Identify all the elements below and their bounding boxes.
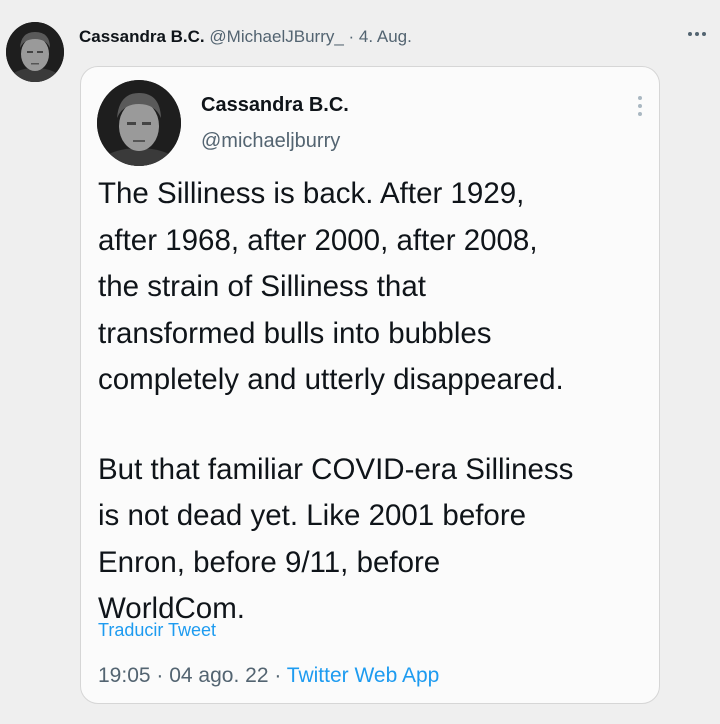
tweet-paragraph: The Silliness is back. After 1929, after… xyxy=(98,171,654,404)
tweet-line: is not dead yet. Like 2001 before xyxy=(98,499,527,532)
tweet-date[interactable]: 4. Aug. xyxy=(359,27,412,46)
user-handle[interactable]: @MichaelJBurry_ xyxy=(209,27,343,46)
quoted-tweet-card[interactable]: Cassandra B.C. @michaeljburry The Sillin… xyxy=(80,66,660,704)
display-name[interactable]: Cassandra B.C. xyxy=(79,27,205,46)
tweet-line: transformed bulls into bubbles xyxy=(98,316,492,350)
tweet-paragraph: But that familiar COVID-era Silliness is… xyxy=(98,447,654,633)
translate-tweet-link[interactable]: Traducir Tweet xyxy=(98,620,216,641)
quoted-avatar[interactable] xyxy=(97,80,181,166)
tweet-line: The Silliness is back. After 1929, xyxy=(98,177,525,210)
more-horizontal-icon xyxy=(688,32,706,36)
tweet-time[interactable]: 19:05 xyxy=(98,664,151,687)
avatar-image xyxy=(97,80,181,166)
tweet-line: after 1968, after 2000, after 2008, xyxy=(98,223,538,257)
tweet-line: completely and utterly disappeared. xyxy=(98,363,564,396)
more-vertical-icon[interactable] xyxy=(637,95,643,117)
tweet-source-link[interactable]: Twitter Web App xyxy=(287,664,440,687)
tweet-full-date[interactable]: 04 ago. 22 xyxy=(169,664,268,687)
tweet-line: Enron, before 9/11, before xyxy=(98,545,441,579)
meta-separator: · xyxy=(268,664,287,687)
tweet-body: The Silliness is back. After 1929, after… xyxy=(98,171,654,633)
tweet-metadata: 19:05 · 04 ago. 22 · Twitter Web App xyxy=(98,664,439,688)
more-vertical-icon-glyph xyxy=(638,96,642,116)
quoted-display-name[interactable]: Cassandra B.C. xyxy=(201,94,349,117)
avatar[interactable] xyxy=(6,22,64,82)
tweet-line: But that familiar COVID-era Silliness xyxy=(98,452,574,486)
meta-separator: · xyxy=(150,664,170,687)
header-separator: · xyxy=(343,27,359,46)
quoted-user-handle[interactable]: @michaeljburry xyxy=(201,130,340,153)
tweet-line: the strain of Silliness that xyxy=(98,270,426,303)
tweet-header: Cassandra B.C. @MichaelJBurry_ · 4. Aug. xyxy=(79,26,412,48)
more-options-icon[interactable] xyxy=(684,24,710,44)
avatar-image xyxy=(6,22,64,82)
tweet-container: Cassandra B.C. @MichaelJBurry_ · 4. Aug.… xyxy=(0,0,720,724)
